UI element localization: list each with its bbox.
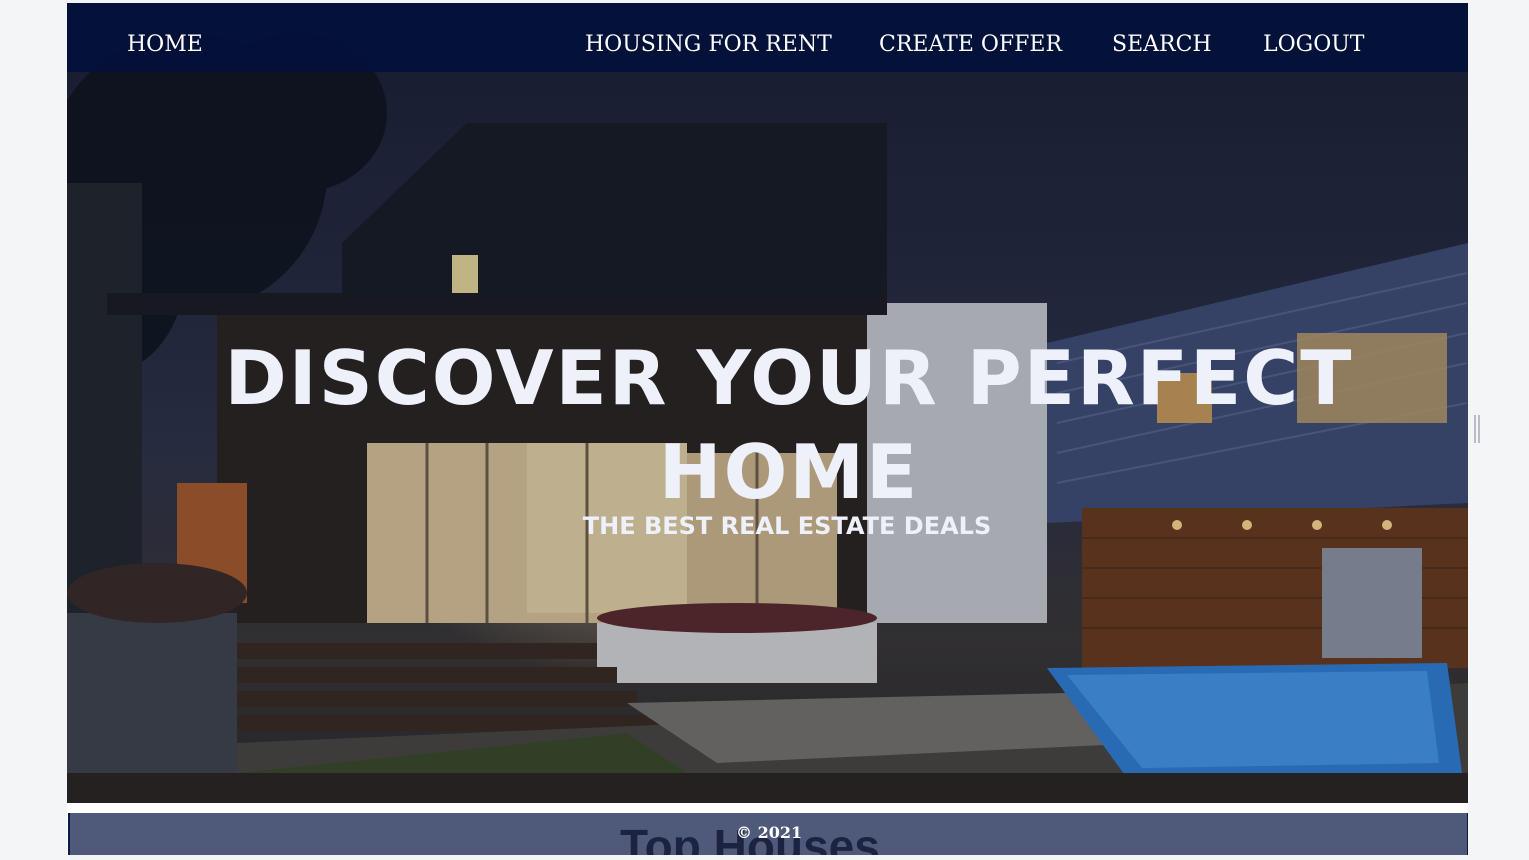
hero-title: DISCOVER YOUR PERFECT HOME (224, 334, 1354, 516)
hero-subtitle: THE BEST REAL ESTATE DEALS (582, 512, 992, 540)
nav-create-offer[interactable]: CREATE OFFER (879, 32, 1062, 57)
section-divider (67, 803, 1468, 813)
nav-housing-for-rent[interactable]: HOUSING FOR RENT (585, 32, 832, 57)
resize-handle-icon[interactable] (1474, 415, 1480, 443)
top-houses-section: Top Houses © 2021 (68, 813, 1468, 855)
navbar: HOME HOUSING FOR RENT CREATE OFFER SEARC… (67, 3, 1468, 72)
nav-search[interactable]: SEARCH (1112, 32, 1212, 57)
page: HOME HOUSING FOR RENT CREATE OFFER SEARC… (67, 3, 1468, 855)
nav-home[interactable]: HOME (127, 32, 203, 57)
nav-logout[interactable]: LOGOUT (1263, 32, 1364, 57)
footer-copyright: © 2021 (736, 823, 803, 842)
